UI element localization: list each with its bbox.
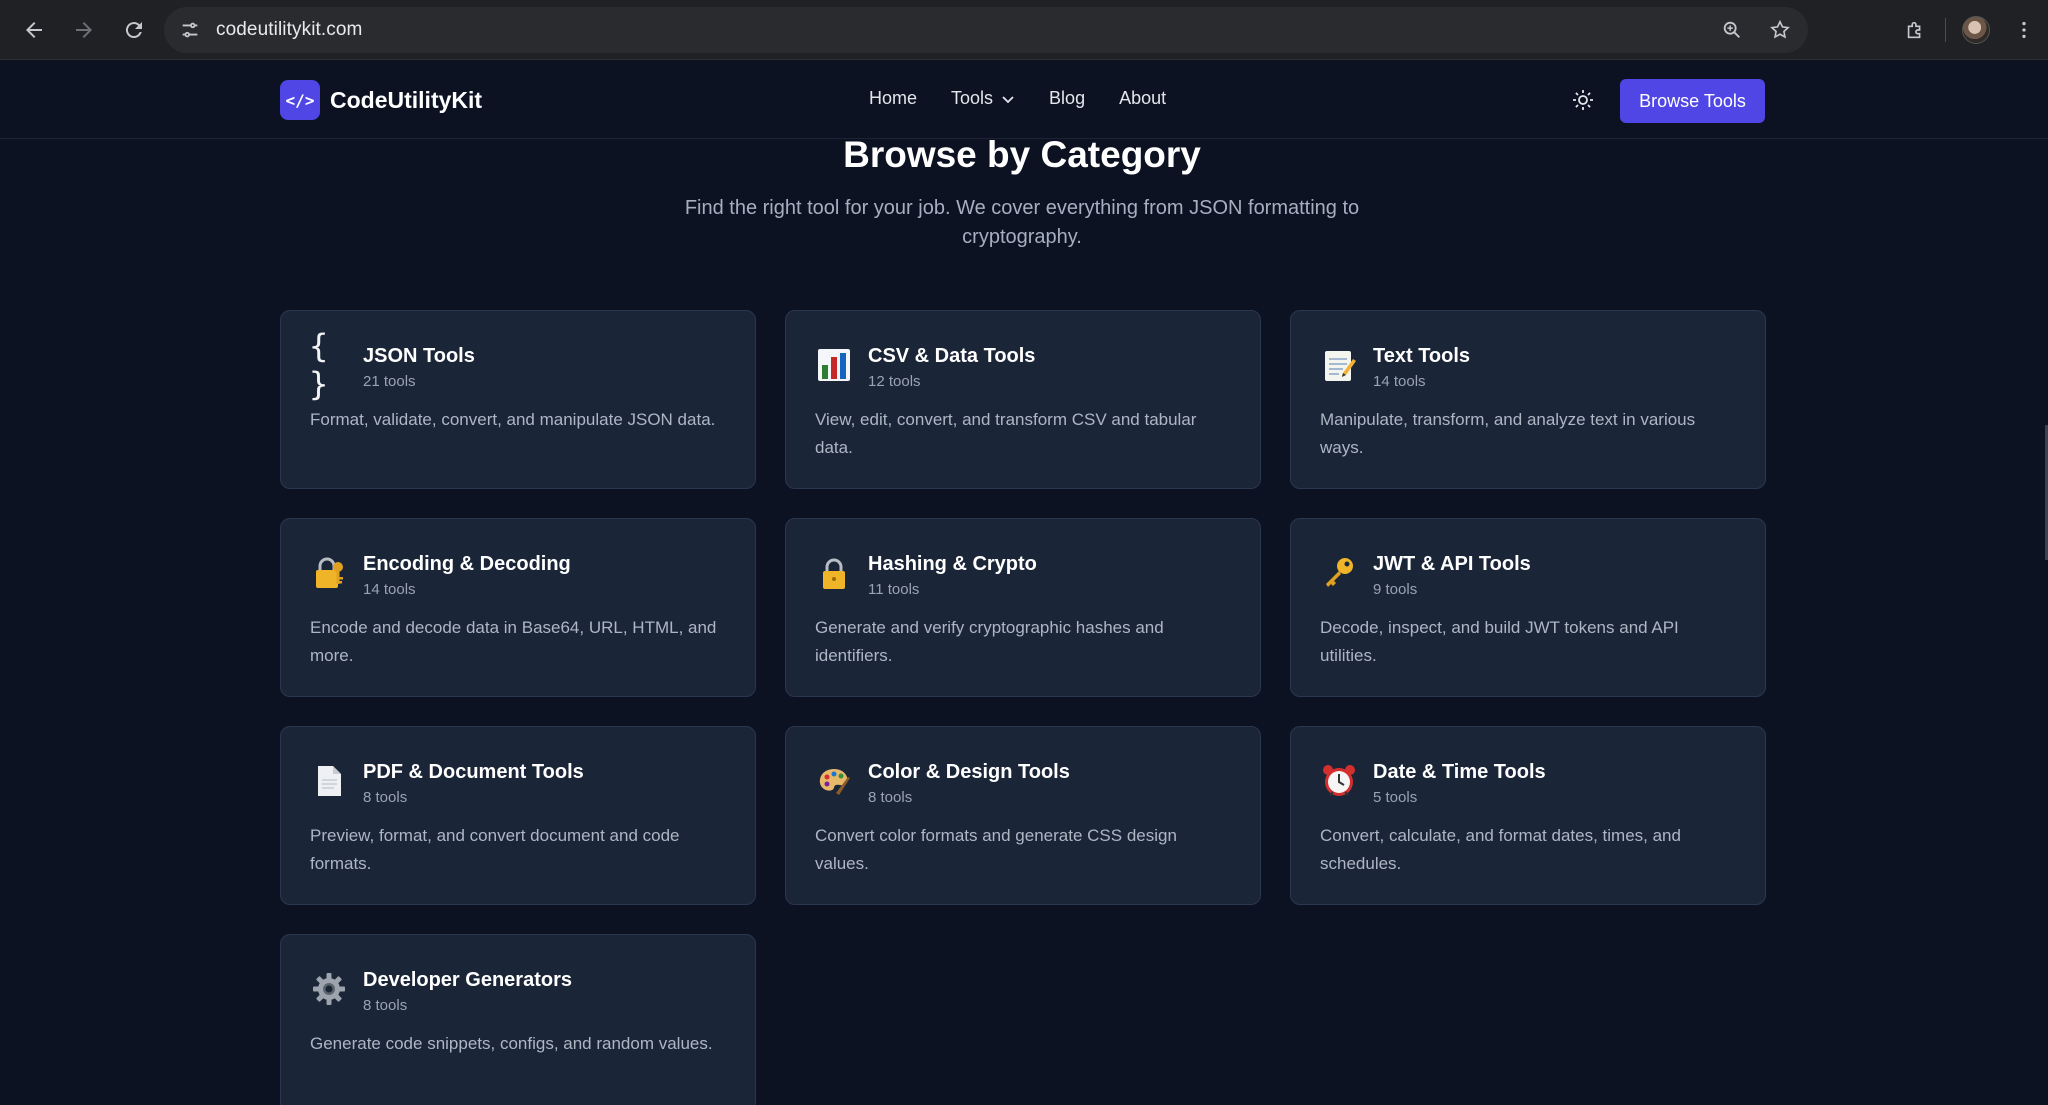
nav-blog[interactable]: Blog — [1049, 88, 1085, 109]
card-title: Date & Time Tools — [1373, 761, 1546, 783]
reload-button[interactable] — [110, 6, 158, 54]
card-count: 14 tools — [363, 581, 416, 598]
zoom-icon[interactable] — [1712, 10, 1752, 50]
alarm-clock-icon — [1319, 761, 1359, 801]
card-title: PDF & Document Tools — [363, 761, 584, 783]
category-card-hashing[interactable]: Hashing & Crypto 11 tools Generate and v… — [785, 518, 1261, 697]
card-description: Manipulate, transform, and analyze text … — [1320, 410, 1696, 457]
arrow-left-icon — [26, 21, 42, 38]
card-title: JWT & API Tools — [1373, 553, 1531, 575]
card-count: 9 tools — [1373, 581, 1418, 598]
card-description: Generate and verify cryptographic hashes… — [815, 618, 1164, 665]
avatar — [1962, 16, 1990, 44]
card-count: 12 tools — [868, 373, 921, 390]
nav-tools[interactable]: Tools — [951, 88, 1015, 109]
site-settings-icon[interactable] — [170, 10, 210, 50]
card-title: CSV & Data Tools — [868, 345, 1036, 367]
browser-toolbar: codeutilitykit.com — [0, 0, 2048, 60]
back-button[interactable] — [10, 6, 58, 54]
logo-text: CodeUtilityKit — [330, 86, 483, 113]
arrow-right-icon — [76, 21, 92, 38]
nav-about[interactable]: About — [1119, 88, 1166, 109]
category-card-json[interactable]: { } JSON Tools 21 tools Format, validate… — [280, 310, 756, 489]
card-description: Preview, format, and convert document an… — [310, 826, 680, 873]
address-bar[interactable]: codeutilitykit.com — [164, 7, 1808, 53]
nav-home[interactable]: Home — [869, 88, 917, 109]
card-title: Developer Generators — [363, 969, 572, 991]
site-header: </> CodeUtilityKit Home Tools Blog About… — [0, 61, 2048, 139]
reload-icon — [125, 21, 142, 38]
card-count: 8 tools — [868, 789, 913, 806]
site-logo[interactable]: </> CodeUtilityKit — [280, 80, 482, 120]
card-count: 21 tools — [363, 373, 416, 390]
lock-with-key-icon — [309, 553, 349, 593]
chevron-down-icon — [1002, 95, 1014, 103]
category-grid: { } JSON Tools 21 tools Format, validate… — [280, 310, 1766, 1105]
forward-button[interactable] — [60, 6, 108, 54]
braces-icon: { } — [309, 327, 329, 403]
browse-tools-button[interactable]: Browse Tools — [1620, 79, 1765, 123]
key-icon — [1319, 553, 1359, 593]
profile-button[interactable] — [1952, 6, 2000, 54]
category-card-color[interactable]: Color & Design Tools 8 tools Convert col… — [785, 726, 1261, 905]
card-description: Encode and decode data in Base64, URL, H… — [310, 618, 717, 665]
card-count: 8 tools — [363, 997, 408, 1014]
category-card-jwt[interactable]: JWT & API Tools 9 tools Decode, inspect,… — [1290, 518, 1766, 697]
menu-dots-icon[interactable] — [2000, 6, 2048, 54]
main-nav: Home Tools Blog About — [869, 88, 1200, 109]
category-card-datetime[interactable]: Date & Time Tools 5 tools Convert, calcu… — [1290, 726, 1766, 905]
bar-chart-icon — [814, 345, 854, 385]
card-title: Color & Design Tools — [868, 761, 1070, 783]
card-title: Encoding & Decoding — [363, 553, 571, 575]
card-description: Format, validate, convert, and manipulat… — [310, 410, 716, 429]
section-title: Browse by Category — [843, 134, 1201, 175]
category-card-text[interactable]: Text Tools 14 tools Manipulate, transfor… — [1290, 310, 1766, 489]
logo-code-icon: </> — [280, 80, 320, 120]
card-count: 11 tools — [868, 581, 920, 598]
card-count: 8 tools — [363, 789, 408, 806]
card-title: Text Tools — [1373, 345, 1471, 367]
card-count: 14 tools — [1373, 373, 1426, 390]
category-card-csv[interactable]: CSV & Data Tools 12 tools View, edit, co… — [785, 310, 1261, 489]
theme-toggle-sun-icon[interactable] — [1568, 85, 1598, 115]
card-description: Generate code snippets, configs, and ran… — [310, 1034, 713, 1053]
category-card-encoding[interactable]: Encoding & Decoding 14 tools Encode and … — [280, 518, 756, 697]
section-subtitle: Find the right tool for your job. We cov… — [684, 197, 1360, 248]
category-card-generators[interactable]: Developer Generators 8 tools Generate co… — [280, 934, 756, 1105]
gear-icon — [309, 969, 349, 1009]
url-text[interactable]: codeutilitykit.com — [216, 19, 362, 41]
document-icon — [309, 761, 349, 801]
toolbar-divider — [1945, 18, 1946, 42]
bookmark-star-icon[interactable] — [1760, 10, 1800, 50]
nav-tools-label: Tools — [951, 88, 994, 108]
card-title: Hashing & Crypto — [868, 553, 1037, 575]
lock-icon — [814, 553, 854, 593]
category-card-pdf[interactable]: PDF & Document Tools 8 tools Preview, fo… — [280, 726, 756, 905]
card-title: JSON Tools — [363, 345, 475, 367]
card-description: Decode, inspect, and build JWT tokens an… — [1320, 618, 1679, 665]
card-description: Convert color formats and generate CSS d… — [815, 826, 1177, 873]
card-description: Convert, calculate, and format dates, ti… — [1320, 826, 1681, 873]
extensions-icon[interactable] — [1891, 6, 1939, 54]
card-description: View, edit, convert, and transform CSV a… — [815, 410, 1197, 457]
card-count: 5 tools — [1373, 789, 1418, 806]
palette-icon — [814, 761, 854, 801]
memo-icon — [1319, 345, 1359, 385]
